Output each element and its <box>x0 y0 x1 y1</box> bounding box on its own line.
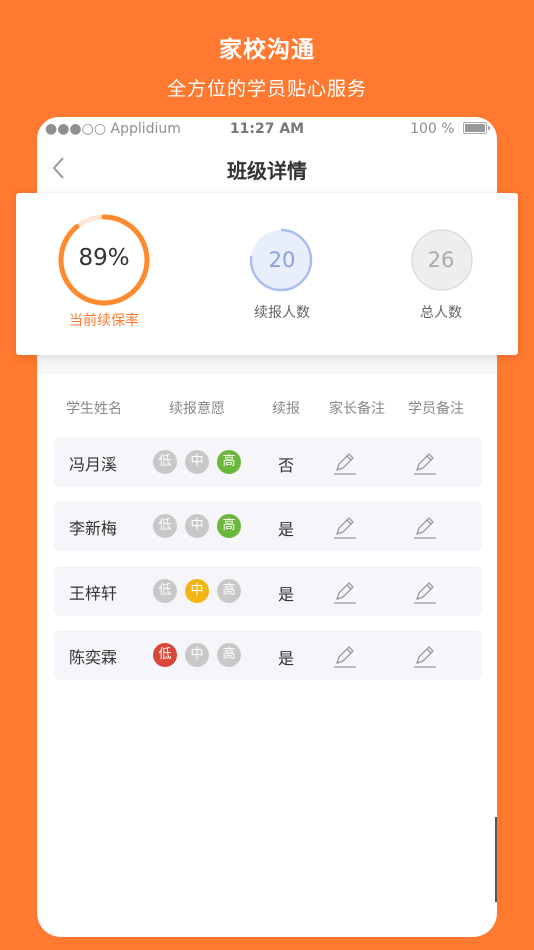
status-battery-text: 100 % <box>410 121 455 137</box>
renew-status: 否 <box>278 456 295 475</box>
intent-badge-mid[interactable]: 中 <box>185 579 209 603</box>
renewal-rate-value: 89% <box>78 245 130 271</box>
renew-status: 是 <box>278 585 295 604</box>
student-note-edit-icon[interactable] <box>412 643 438 669</box>
renew-status: 是 <box>278 520 295 539</box>
intent-badge-high[interactable]: 高 <box>217 643 241 667</box>
table-header: 学生姓名 续报意愿 续报 家长备注 学员备注 <box>53 398 483 420</box>
intent-badge-low[interactable]: 低 <box>153 579 177 603</box>
battery-icon <box>463 122 490 134</box>
header-student-note: 学员备注 <box>408 401 464 417</box>
student-name: 王梓轩 <box>69 584 118 603</box>
student-name: 陈奕霖 <box>69 648 118 667</box>
card-background-band <box>37 352 497 374</box>
intent-badge-mid[interactable]: 中 <box>185 514 209 538</box>
status-bar: ●●●○○ Applidium 11:27 AM 100 % <box>37 117 497 143</box>
renewal-rate-label: 当前续保率 <box>69 313 139 329</box>
table-row[interactable]: 李新梅 低中高 是 <box>54 501 482 551</box>
renewed-count-label: 续报人数 <box>254 305 310 321</box>
intent-badge-low[interactable]: 低 <box>153 643 177 667</box>
table-row[interactable]: 陈奕霖 低中高 是 <box>54 630 482 680</box>
header-renew: 续报 <box>272 401 300 417</box>
stats-card: 89% 当前续保率 20 续报人数 26 总人数 <box>16 193 518 355</box>
stat-renewal-rate: 89% 当前续保率 <box>24 193 184 355</box>
student-note-edit-icon[interactable] <box>412 579 438 605</box>
header-student-name: 学生姓名 <box>66 401 122 417</box>
student-note-edit-icon[interactable] <box>412 514 438 540</box>
header-intent: 续报意愿 <box>169 401 225 417</box>
nav-bar: 班级详情 <box>37 143 497 193</box>
stat-total-count: 26 总人数 <box>361 193 521 355</box>
intent-badge-high[interactable]: 高 <box>217 450 241 474</box>
intent-badge-high[interactable]: 高 <box>217 579 241 603</box>
intent-badge-mid[interactable]: 中 <box>185 643 209 667</box>
status-battery-group: 100 % <box>410 121 490 137</box>
header-parent-note: 家长备注 <box>329 401 385 417</box>
intent-badge-low[interactable]: 低 <box>153 514 177 538</box>
renew-status: 是 <box>278 649 295 668</box>
total-count-value: 26 <box>427 248 455 272</box>
table-row[interactable]: 王梓轩 低中高 是 <box>54 566 482 616</box>
stat-renewed-count: 20 续报人数 <box>202 193 362 355</box>
student-name: 冯月溪 <box>69 455 118 474</box>
student-name: 李新梅 <box>69 519 118 538</box>
parent-note-edit-icon[interactable] <box>332 450 358 476</box>
promo-title: 家校沟通 <box>219 37 315 63</box>
promo-subtitle: 全方位的学员贴心服务 <box>166 78 367 100</box>
intent-badge-high[interactable]: 高 <box>217 514 241 538</box>
student-note-edit-icon[interactable] <box>412 450 438 476</box>
page-title: 班级详情 <box>227 159 307 183</box>
renewed-count-value: 20 <box>268 248 296 272</box>
scrollbar[interactable] <box>495 817 497 902</box>
intent-badge-low[interactable]: 低 <box>153 450 177 474</box>
table-row[interactable]: 冯月溪 低中高 否 <box>54 437 482 487</box>
intent-badge-mid[interactable]: 中 <box>185 450 209 474</box>
parent-note-edit-icon[interactable] <box>332 643 358 669</box>
parent-note-edit-icon[interactable] <box>332 514 358 540</box>
parent-note-edit-icon[interactable] <box>332 579 358 605</box>
total-count-label: 总人数 <box>420 305 462 321</box>
